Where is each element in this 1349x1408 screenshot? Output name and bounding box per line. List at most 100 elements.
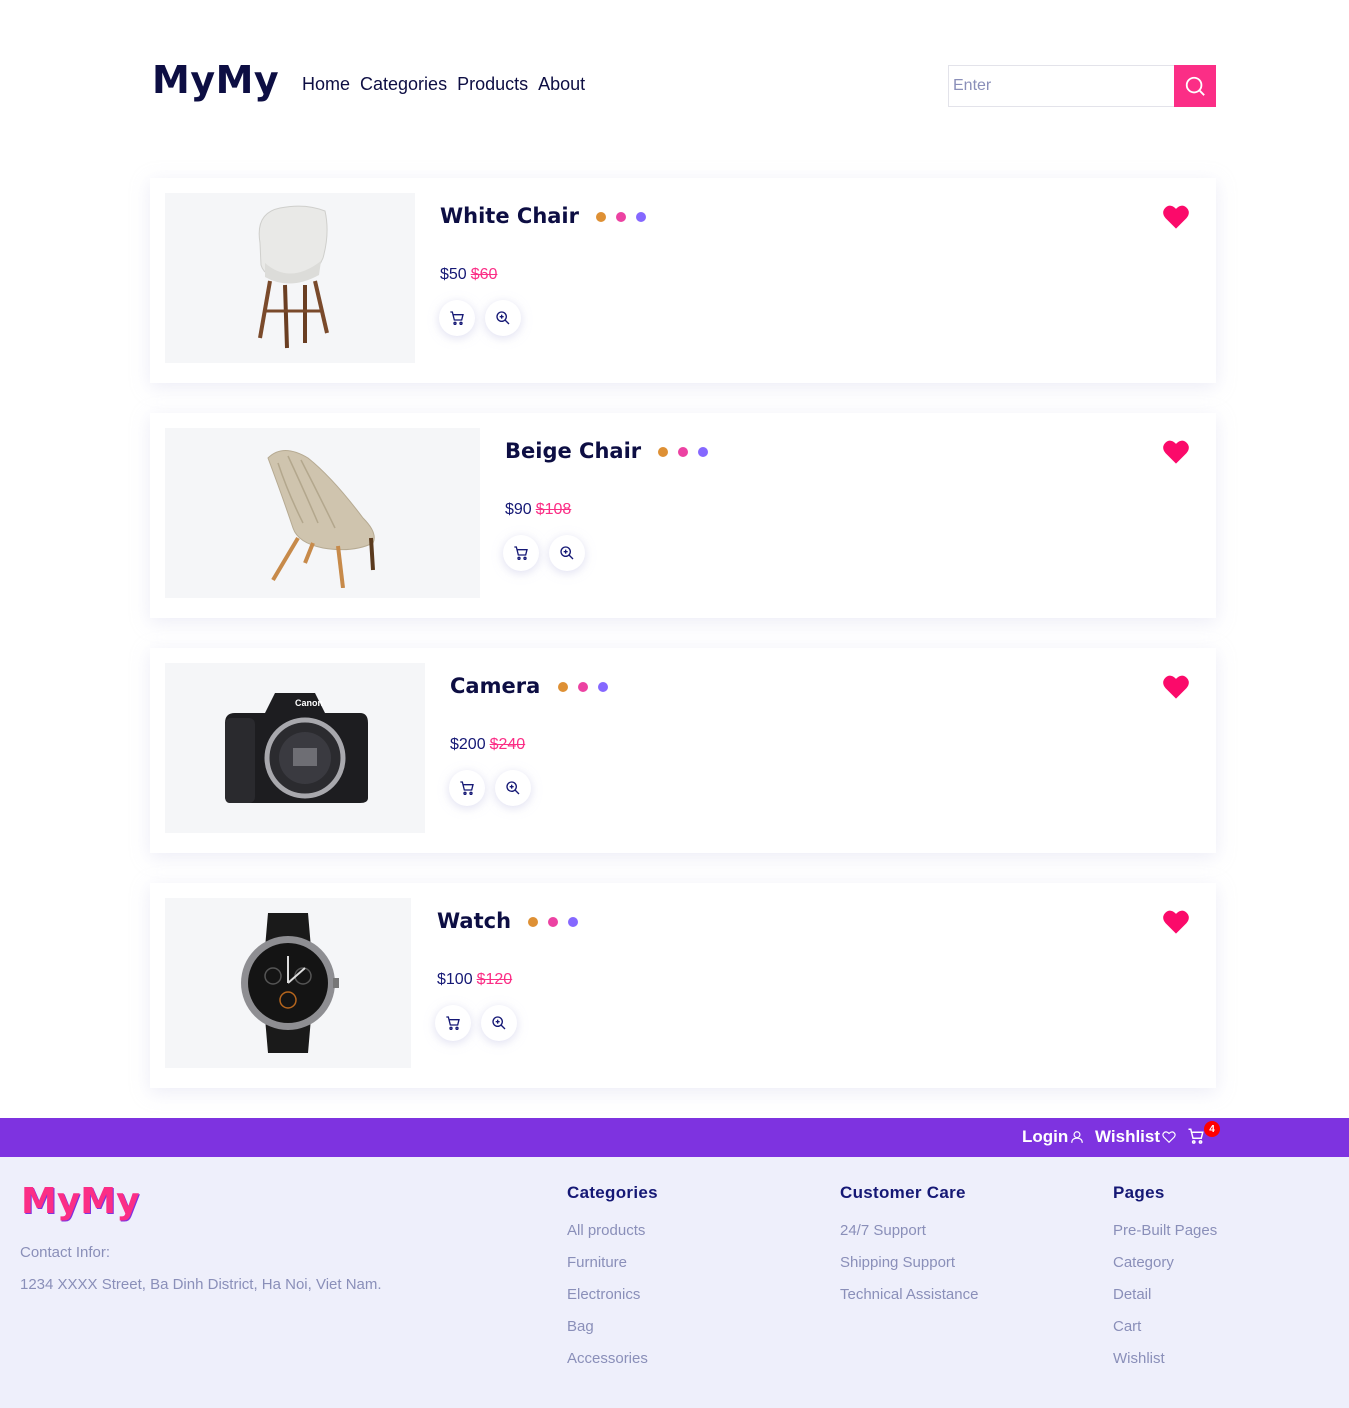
footer-link-pre-built-pages[interactable]: Pre-Built Pages bbox=[1113, 1217, 1217, 1249]
product-card: Canon Camera $200 $240 bbox=[150, 648, 1216, 853]
color-options bbox=[596, 212, 647, 222]
footer-customer-care: Customer Care 24/7 Support Shipping Supp… bbox=[840, 1183, 978, 1313]
color-dot-orange[interactable] bbox=[528, 917, 539, 927]
zoom-in-icon bbox=[506, 781, 520, 795]
nav-products[interactable]: Products bbox=[457, 74, 528, 95]
heart-icon[interactable] bbox=[1162, 674, 1190, 700]
zoom-button[interactable] bbox=[495, 770, 531, 806]
current-price: $50 bbox=[440, 266, 467, 283]
product-name: Watch bbox=[437, 909, 512, 933]
cart-icon bbox=[1188, 1128, 1204, 1144]
footer-link-technical-assistance[interactable]: Technical Assistance bbox=[840, 1281, 978, 1313]
color-options bbox=[557, 682, 608, 692]
product-name: Camera bbox=[450, 674, 541, 698]
product-title[interactable]: White Chair bbox=[440, 204, 647, 228]
product-name: Beige Chair bbox=[505, 439, 642, 463]
product-card: Beige Chair $90 $108 bbox=[150, 413, 1216, 618]
product-title[interactable]: Beige Chair bbox=[505, 439, 709, 463]
price-row: $200 $240 bbox=[450, 736, 525, 754]
footer-link-shipping-support[interactable]: Shipping Support bbox=[840, 1249, 978, 1281]
product-image[interactable]: Canon bbox=[165, 663, 425, 833]
product-actions bbox=[503, 535, 585, 571]
wishlist-link[interactable]: Wishlist bbox=[1095, 1127, 1176, 1147]
product-card: White Chair $50 $60 bbox=[150, 178, 1216, 383]
contact-address: 1234 XXXX Street, Ba Dinh District, Ha N… bbox=[20, 1276, 382, 1293]
login-link[interactable]: Login bbox=[1022, 1127, 1084, 1147]
nav-categories[interactable]: Categories bbox=[360, 74, 447, 95]
heart-outline-icon bbox=[1162, 1131, 1176, 1144]
cart-icon bbox=[514, 546, 528, 560]
zoom-in-icon bbox=[560, 546, 574, 560]
svg-text:Canon: Canon bbox=[295, 698, 323, 708]
main-nav: Home Categories Products About bbox=[302, 74, 585, 95]
footer-link-category[interactable]: Category bbox=[1113, 1249, 1217, 1281]
heart-icon[interactable] bbox=[1162, 439, 1190, 465]
site-logo[interactable]: MyMy bbox=[152, 58, 279, 102]
footer-link-detail[interactable]: Detail bbox=[1113, 1281, 1217, 1313]
footer-link-furniture[interactable]: Furniture bbox=[567, 1249, 658, 1281]
product-image[interactable] bbox=[165, 193, 415, 363]
footer-link-electronics[interactable]: Electronics bbox=[567, 1281, 658, 1313]
old-price: $120 bbox=[476, 971, 513, 988]
color-dot-orange[interactable] bbox=[557, 682, 568, 692]
site-header: MyMy Home Categories Products About bbox=[0, 0, 1349, 170]
current-price: $90 bbox=[505, 501, 532, 518]
add-to-cart-button[interactable] bbox=[503, 535, 539, 571]
cart-link[interactable] bbox=[1187, 1127, 1205, 1145]
search-button[interactable] bbox=[1174, 65, 1216, 107]
zoom-button[interactable] bbox=[481, 1005, 517, 1041]
cart-icon bbox=[460, 781, 474, 795]
footer-customer-care-title: Customer Care bbox=[840, 1183, 966, 1202]
add-to-cart-button[interactable] bbox=[449, 770, 485, 806]
nav-about[interactable]: About bbox=[538, 74, 585, 95]
zoom-in-icon bbox=[492, 1016, 506, 1030]
color-options bbox=[658, 447, 709, 457]
product-title[interactable]: Watch bbox=[437, 909, 579, 933]
footer-link-accessories[interactable]: Accessories bbox=[567, 1345, 658, 1377]
product-image[interactable] bbox=[165, 428, 480, 598]
product-actions bbox=[449, 770, 531, 806]
nav-home[interactable]: Home bbox=[302, 74, 350, 95]
zoom-in-icon bbox=[496, 311, 510, 325]
old-price: $60 bbox=[470, 266, 498, 283]
site-footer: MyMy Contact Infor: 1234 XXXX Street, Ba… bbox=[0, 1157, 1349, 1408]
product-image[interactable] bbox=[165, 898, 411, 1068]
footer-link-all-products[interactable]: All products bbox=[567, 1217, 658, 1249]
color-dot-pink[interactable] bbox=[678, 447, 689, 457]
zoom-button[interactable] bbox=[549, 535, 585, 571]
old-price: $108 bbox=[535, 501, 572, 518]
product-title[interactable]: Camera bbox=[450, 674, 608, 698]
product-actions bbox=[435, 1005, 517, 1041]
footer-logo[interactable]: MyMy bbox=[21, 1181, 140, 1222]
footer-pages-title: Pages bbox=[1113, 1183, 1165, 1202]
footer-link-wishlist[interactable]: Wishlist bbox=[1113, 1345, 1217, 1377]
color-dot-pink[interactable] bbox=[548, 917, 559, 927]
color-dot-pink[interactable] bbox=[577, 682, 588, 692]
color-dot-purple[interactable] bbox=[597, 682, 608, 692]
camera-image: Canon bbox=[225, 693, 368, 803]
footer-link-cart[interactable]: Cart bbox=[1113, 1313, 1217, 1345]
price-row: $50 $60 bbox=[440, 266, 497, 284]
color-dot-orange[interactable] bbox=[596, 212, 607, 222]
color-options bbox=[528, 917, 579, 927]
color-dot-purple[interactable] bbox=[568, 917, 579, 927]
color-dot-purple[interactable] bbox=[698, 447, 709, 457]
color-dot-pink[interactable] bbox=[616, 212, 627, 222]
current-price: $100 bbox=[437, 971, 473, 988]
footer-pages: Pages Pre-Built Pages Category Detail Ca… bbox=[1113, 1183, 1217, 1377]
beige-chair-image bbox=[266, 450, 375, 588]
footer-link-bag[interactable]: Bag bbox=[567, 1313, 658, 1345]
zoom-button[interactable] bbox=[485, 300, 521, 336]
footer-link-support[interactable]: 24/7 Support bbox=[840, 1217, 978, 1249]
user-icon bbox=[1071, 1131, 1084, 1143]
color-dot-orange[interactable] bbox=[658, 447, 669, 457]
heart-icon[interactable] bbox=[1162, 204, 1190, 230]
product-name: White Chair bbox=[440, 204, 579, 228]
cart-count-badge: 4 bbox=[1204, 1121, 1220, 1137]
search-input[interactable] bbox=[948, 65, 1174, 107]
color-dot-purple[interactable] bbox=[636, 212, 647, 222]
add-to-cart-button[interactable] bbox=[439, 300, 475, 336]
wishlist-label: Wishlist bbox=[1095, 1127, 1161, 1146]
add-to-cart-button[interactable] bbox=[435, 1005, 471, 1041]
heart-icon[interactable] bbox=[1162, 909, 1190, 935]
